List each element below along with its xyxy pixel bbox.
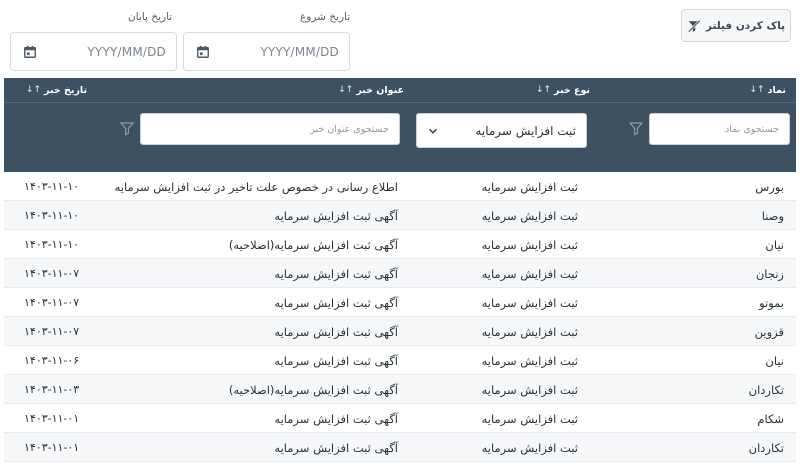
- cell-date: ۱۴۰۳-۱۱-۰۳: [24, 383, 80, 396]
- table-row[interactable]: بورس ثبت افزایش سرمایه اطلاع رسانی در خص…: [4, 172, 796, 201]
- cell-title[interactable]: آگهی ثبت افزایش سرمایه: [274, 201, 398, 230]
- table-row[interactable]: نیان ثبت افزایش سرمایه آگهی ثبت افزایش س…: [4, 230, 796, 259]
- cell-type: ثبت افزایش سرمایه: [481, 411, 578, 426]
- table-row[interactable]: تکاردان ثبت افزایش سرمایه آگهی ثبت افزای…: [4, 433, 796, 462]
- cell-type: ثبت افزایش سرمایه: [481, 353, 578, 368]
- cell-symbol[interactable]: نیان: [765, 346, 784, 375]
- table-row[interactable]: زنجان ثبت افزایش سرمایه آگهی ثبت افزایش …: [4, 259, 796, 288]
- cell-title[interactable]: آگهی ثبت افزایش سرمایه: [274, 317, 398, 346]
- table-header: نماد ↑↓ نوع خبر ↑↓ عنوان خبر ↑↓ تاریخ خب…: [4, 78, 796, 102]
- clear-filters-button[interactable]: پاک کردن فیلتر: [681, 9, 791, 42]
- cell-title[interactable]: آگهی ثبت افزایش سرمایه(اصلاحیه): [229, 230, 398, 259]
- end-date-input[interactable]: YYYY/MM/DD: [10, 32, 177, 71]
- sort-icon: ↑↓: [749, 85, 765, 95]
- table-row[interactable]: بموتو ثبت افزایش سرمایه آگهی ثبت افزایش …: [4, 288, 796, 317]
- cell-type: ثبت افزایش سرمایه: [481, 266, 578, 281]
- cell-title[interactable]: آگهی ثبت افزایش سرمایه: [274, 404, 398, 433]
- funnel-icon[interactable]: [119, 120, 135, 136]
- column-header-title[interactable]: عنوان خبر ↑↓: [338, 78, 404, 102]
- symbol-search-input[interactable]: جستجوی نماد: [649, 113, 790, 145]
- type-filter-select[interactable]: ثبت افزایش سرمایه: [416, 113, 587, 148]
- start-date-label: تاریخ شروع: [300, 11, 351, 23]
- cell-date: ۱۴۰۳-۱۱-۰۷: [24, 296, 80, 309]
- column-header-date-label: تاریخ خبر: [44, 84, 88, 96]
- cell-title[interactable]: آگهی ثبت افزایش سرمایه: [274, 259, 398, 288]
- cell-symbol[interactable]: قزوین: [755, 317, 784, 346]
- cell-type: ثبت افزایش سرمایه: [481, 324, 578, 339]
- cell-date: ۱۴۰۳-۱۱-۰۷: [24, 325, 80, 338]
- cell-title[interactable]: اطلاع رسانی در خصوص علت تاخیر در ثبت افز…: [115, 462, 398, 472]
- cell-title[interactable]: آگهی ثبت افزایش سرمایه: [274, 288, 398, 317]
- cell-date: ۱۴۰۳-۱۱-۱۰: [24, 180, 80, 193]
- title-search-placeholder: جستجوی عنوان خبر: [310, 123, 389, 135]
- calendar-icon: [197, 45, 209, 58]
- table-row[interactable]: وصنا ثبت افزایش سرمایه آگهی ثبت افزایش س…: [4, 201, 796, 230]
- cell-type: ثبت افزایش سرمایه: [481, 440, 578, 455]
- cell-symbol[interactable]: شکام: [757, 404, 784, 433]
- filter-toolbar: پاک کردن فیلتر تاریخ شروع تاریخ پایان YY…: [0, 0, 800, 78]
- cell-symbol[interactable]: زنجان: [756, 259, 784, 288]
- column-header-date[interactable]: تاریخ خبر ↑↓: [26, 78, 87, 102]
- cell-symbol[interactable]: تکاردان: [749, 375, 784, 404]
- column-header-symbol-label: نماد: [767, 84, 786, 96]
- cell-title[interactable]: آگهی ثبت افزایش سرمایه: [274, 346, 398, 375]
- column-header-title-label: عنوان خبر: [356, 84, 404, 96]
- start-date-placeholder: YYYY/MM/DD: [260, 44, 339, 59]
- column-header-type[interactable]: نوع خبر ↑↓: [536, 78, 590, 102]
- cell-type: ثبت افزایش سرمایه: [481, 295, 578, 310]
- start-date-input[interactable]: YYYY/MM/DD: [183, 32, 350, 71]
- cell-symbol[interactable]: ولغدر: [758, 462, 784, 472]
- sort-icon: ↑↓: [338, 85, 354, 95]
- cell-symbol[interactable]: بموتو: [759, 288, 784, 317]
- cell-date: ۱۴۰۳-۱۱-۰۱: [24, 412, 80, 425]
- cell-title[interactable]: آگهی ثبت افزایش سرمایه: [274, 433, 398, 462]
- cell-date: ۱۴۰۳-۱۱-۰۷: [24, 267, 80, 280]
- end-date-label: تاریخ پایان: [128, 11, 173, 23]
- sort-icon: ↑↓: [26, 85, 42, 95]
- clear-filters-label: پاک کردن فیلتر: [705, 19, 786, 32]
- cell-type: ثبت افزایش سرمایه: [481, 179, 578, 194]
- cell-date: ۱۴۰۳-۱۱-۰۶: [24, 354, 80, 367]
- cell-date: ۱۴۰۳-۱۱-۱۰: [24, 238, 80, 251]
- cell-date: ۱۴۰۳-۱۱-۰۱: [24, 441, 80, 454]
- sort-icon: ↑↓: [535, 85, 552, 95]
- news-table: نماد ↑↓ نوع خبر ↑↓ عنوان خبر ↑↓ تاریخ خب…: [4, 78, 796, 472]
- table-row[interactable]: قزوین ثبت افزایش سرمایه آگهی ثبت افزایش …: [4, 317, 796, 346]
- chevron-down-icon: [428, 128, 438, 134]
- calendar-icon: [24, 45, 36, 58]
- cell-title[interactable]: اطلاع رسانی در خصوص علت تاخیر در ثبت افز…: [115, 172, 398, 201]
- table-row[interactable]: شکام ثبت افزایش سرمایه آگهی ثبت افزایش س…: [4, 404, 796, 433]
- type-filter-value: ثبت افزایش سرمایه: [475, 123, 576, 138]
- cell-type: ثبت افزایش سرمایه: [481, 237, 578, 252]
- cell-type: ثبت افزایش سرمایه: [481, 382, 578, 397]
- table-row[interactable]: ولغدر ثبت افزایش سرمایه اطلاع رسانی در خ…: [4, 462, 796, 472]
- cell-date: ۱۴۰۳-۱۱-۱۰: [24, 209, 80, 222]
- filter-off-icon: [687, 19, 701, 32]
- table-row[interactable]: تکاردان ثبت افزایش سرمایه آگهی ثبت افزای…: [4, 375, 796, 404]
- symbol-search-placeholder: جستجوی نماد: [725, 123, 779, 135]
- cell-type: ثبت افزایش سرمایه: [481, 208, 578, 223]
- funnel-icon[interactable]: [628, 120, 644, 136]
- title-search-input[interactable]: جستجوی عنوان خبر: [140, 113, 400, 145]
- cell-symbol[interactable]: تکاردان: [749, 433, 784, 462]
- cell-symbol[interactable]: بورس: [755, 172, 784, 201]
- table-filter-row: جستجوی نماد ثبت افزایش سرمایه جستجوی عنو…: [4, 102, 796, 172]
- end-date-placeholder: YYYY/MM/DD: [87, 44, 166, 59]
- cell-symbol[interactable]: نیان: [765, 230, 784, 259]
- table-body: بورس ثبت افزایش سرمایه اطلاع رسانی در خص…: [4, 172, 796, 472]
- table-row[interactable]: نیان ثبت افزایش سرمایه آگهی ثبت افزایش س…: [4, 346, 796, 375]
- cell-type: ثبت افزایش سرمایه: [482, 462, 578, 472]
- column-header-type-label: نوع خبر: [554, 84, 590, 96]
- cell-date: ۱۴۰۳-۱۱-۰۱: [24, 462, 79, 472]
- cell-symbol[interactable]: وصنا: [762, 201, 784, 230]
- cell-title[interactable]: آگهی ثبت افزایش سرمایه(اصلاحیه): [229, 375, 398, 404]
- column-header-symbol[interactable]: نماد ↑↓: [750, 78, 786, 102]
